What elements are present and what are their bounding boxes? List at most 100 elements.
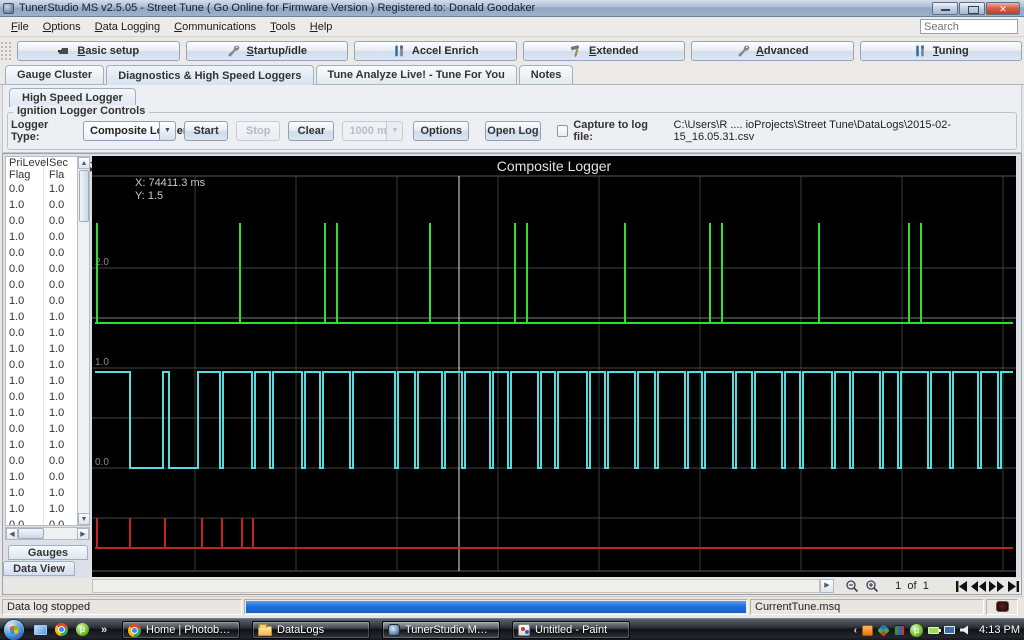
tab-notes[interactable]: Notes xyxy=(519,65,574,84)
interval-select[interactable]: 1000 ms xyxy=(342,121,403,141)
table-row[interactable]: 1.01.0 xyxy=(6,309,77,325)
tray-display-color-icon[interactable] xyxy=(894,625,905,636)
stop-button[interactable]: Stop xyxy=(236,121,280,141)
menu-data-logging[interactable]: Data Logging xyxy=(88,18,167,36)
table-row[interactable]: 0.01.0 xyxy=(6,389,77,405)
table-row[interactable]: 0.01.0 xyxy=(6,181,77,197)
tray-battery-icon[interactable] xyxy=(928,627,939,634)
capture-to-log-checkbox[interactable] xyxy=(557,125,569,137)
tuning-button[interactable]: Tuning xyxy=(860,41,1023,61)
zoom-out-button[interactable] xyxy=(843,579,860,594)
table-row[interactable]: 1.00.0 xyxy=(6,469,77,485)
tray-network-icon[interactable] xyxy=(944,626,955,634)
previous-page-button[interactable] xyxy=(970,579,986,594)
startup-idle-button[interactable]: Startup/idle xyxy=(186,41,349,61)
quick-launch-overflow-icon[interactable]: » xyxy=(101,624,107,636)
table-row[interactable]: 0.00.0 xyxy=(6,277,77,293)
quick-launch-bar: » xyxy=(34,623,107,636)
scrollbar-thumb[interactable] xyxy=(79,170,89,222)
taskbar-button-datalogs[interactable]: DataLogs xyxy=(252,621,370,639)
tray-expand-icon[interactable]: ‹ xyxy=(854,625,857,636)
menu-tools[interactable]: Tools xyxy=(263,18,303,36)
chrome-icon[interactable] xyxy=(55,623,68,636)
options-button[interactable]: Options xyxy=(413,121,469,141)
chart-scroll-right-icon[interactable] xyxy=(820,579,834,593)
system-tray: ‹ 4:13 PM xyxy=(854,619,1020,640)
table-row[interactable]: 0.00.0 xyxy=(6,453,77,469)
chart-plot[interactable]: 2.01.00.0 xyxy=(92,156,1016,577)
scroll-up-icon[interactable] xyxy=(78,157,90,169)
search-input[interactable] xyxy=(920,19,1018,34)
zoom-in-button[interactable] xyxy=(863,579,880,594)
start-button[interactable]: Start xyxy=(184,121,228,141)
taskbar-button-untitled-paint[interactable]: Untitled - Paint xyxy=(512,621,630,639)
menu-help[interactable]: Help xyxy=(303,18,340,36)
chart-horizontal-scrollbar[interactable] xyxy=(92,579,820,593)
table-row[interactable]: 0.00.0 xyxy=(6,245,77,261)
table-row[interactable]: 0.01.0 xyxy=(6,357,77,373)
table-row[interactable]: 1.01.0 xyxy=(6,501,77,517)
tab-diagnostics-high-speed-loggers[interactable]: Diagnostics & High Speed Loggers xyxy=(106,65,313,85)
taskbar-button-tunerstudio-ms-v2[interactable]: TunerStudio MS v2.... xyxy=(382,621,500,639)
close-button[interactable] xyxy=(986,2,1020,15)
minimize-button[interactable] xyxy=(932,2,958,15)
sec-level-cell: 0.0 xyxy=(44,213,74,229)
scroll-left-icon[interactable] xyxy=(6,528,18,540)
tray-utorrent-icon[interactable] xyxy=(910,624,923,637)
extended-button[interactable]: Extended xyxy=(523,41,686,61)
table-row[interactable]: 1.00.0 xyxy=(6,229,77,245)
maximize-button[interactable] xyxy=(959,2,985,15)
table-horizontal-scrollbar[interactable] xyxy=(5,527,90,540)
table-row[interactable]: 1.00.0 xyxy=(6,293,77,309)
table-row[interactable]: 1.01.0 xyxy=(6,373,77,389)
tray-security-icon[interactable] xyxy=(877,624,889,636)
scrollbar-thumb[interactable] xyxy=(18,528,44,539)
table-row[interactable]: 0.00.0 xyxy=(6,261,77,277)
table-row[interactable]: 1.01.0 xyxy=(6,341,77,357)
flag-data-table[interactable]: PriLevelFlag SecFla 0.01.01.00.00.00.01.… xyxy=(5,156,77,526)
menu-options[interactable]: Options xyxy=(36,18,88,36)
start-button[interactable] xyxy=(4,620,24,640)
taskbar-button-label: Untitled - Paint xyxy=(535,624,607,636)
sec-level-cell: 0.0 xyxy=(44,453,74,469)
table-row[interactable]: 1.01.0 xyxy=(6,437,77,453)
table-row[interactable]: 0.00.0 xyxy=(6,517,77,526)
clear-button[interactable]: Clear xyxy=(288,121,334,141)
toolbar-drag-handle[interactable] xyxy=(0,41,11,61)
tab-gauges[interactable]: Gauges xyxy=(8,545,88,560)
sec-level-cell: 0.0 xyxy=(44,261,74,277)
composite-logger-chart[interactable]: 2.01.00.0 Composite Logger X: 74411.3 ms… xyxy=(92,156,1016,577)
taskbar-button-home-photobucke[interactable]: Home | Photobucke... xyxy=(122,621,240,639)
tab-gauge-cluster[interactable]: Gauge Cluster xyxy=(5,65,104,84)
scroll-right-icon[interactable] xyxy=(77,528,89,540)
chevron-down-icon xyxy=(386,121,403,141)
utorrent-icon[interactable] xyxy=(76,623,89,636)
open-log-button[interactable]: Open Log xyxy=(485,121,541,141)
table-vertical-scrollbar[interactable] xyxy=(77,156,90,526)
first-page-button[interactable] xyxy=(953,579,969,594)
table-row[interactable]: 1.01.0 xyxy=(6,485,77,501)
show-desktop-icon[interactable] xyxy=(34,625,47,635)
accel-enrich-button[interactable]: Accel Enrich xyxy=(354,41,517,61)
table-header: PriLevelFlag SecFla xyxy=(6,157,77,181)
logger-type-select[interactable]: Composite Logger xyxy=(83,121,176,141)
table-row[interactable]: 0.00.0 xyxy=(6,213,77,229)
table-row[interactable]: 0.01.0 xyxy=(6,421,77,437)
table-row[interactable]: 1.01.0 xyxy=(6,405,77,421)
basic-setup-button[interactable]: Basic setup xyxy=(17,41,180,61)
tab-tune-analyze-live-tune-for-you[interactable]: Tune Analyze Live! - Tune For You xyxy=(316,65,517,84)
tray-volume-icon[interactable] xyxy=(960,625,970,635)
next-page-button[interactable] xyxy=(988,579,1004,594)
table-row[interactable]: 1.00.0 xyxy=(6,197,77,213)
scroll-down-icon[interactable] xyxy=(78,513,90,525)
taskbar-clock[interactable]: 4:13 PM xyxy=(979,624,1020,636)
tray-messenger-icon[interactable] xyxy=(862,625,873,636)
first-page-icon xyxy=(955,581,968,592)
tab-data-view[interactable]: Data View xyxy=(3,561,75,576)
menu-file[interactable]: File xyxy=(4,18,36,36)
advanced-button[interactable]: Advanced xyxy=(691,41,854,61)
magnifier-plus-icon xyxy=(865,579,879,593)
last-page-button[interactable] xyxy=(1005,579,1021,594)
menu-communications[interactable]: Communications xyxy=(167,18,263,36)
table-row[interactable]: 0.01.0 xyxy=(6,325,77,341)
